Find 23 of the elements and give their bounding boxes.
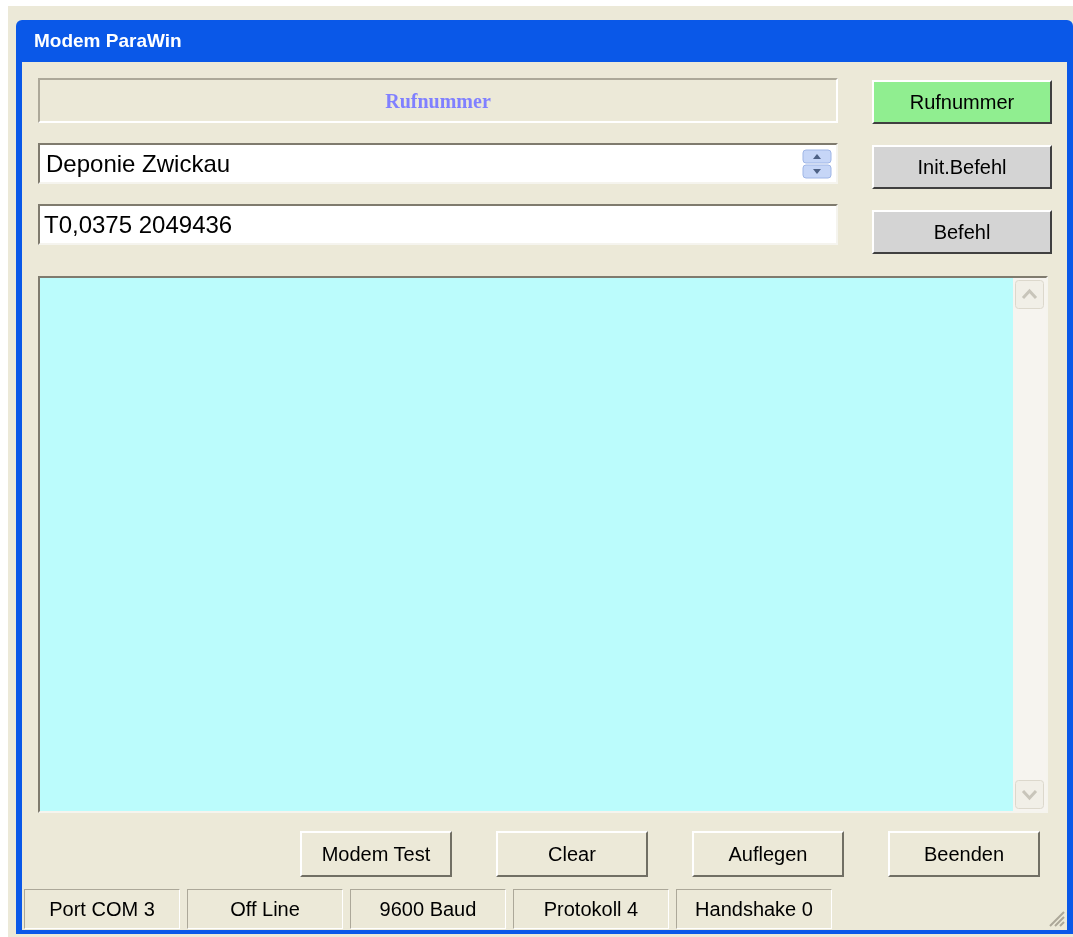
status-panel: Off Line [187,889,343,929]
scroll-down-icon[interactable] [1015,780,1044,809]
status-panel: Handshake 0 [676,889,832,929]
scrollbar[interactable] [1013,278,1046,811]
command-field[interactable]: T0,0375 2049436 [38,204,838,245]
scroll-up-icon[interactable] [1015,280,1044,309]
combo-value: Deponie Zwickau [46,148,232,179]
name-combo-box[interactable]: Deponie Zwickau [38,143,838,184]
window-title: Modem ParaWin [34,28,182,53]
side-button[interactable]: Init.Befehl [872,145,1052,189]
header-label: Rufnummer [385,88,491,114]
action-button[interactable]: Modem Test [300,831,452,877]
side-button[interactable]: Rufnummer [872,80,1052,124]
resize-grip-icon[interactable] [1047,909,1065,927]
action-button[interactable]: Beenden [888,831,1040,877]
status-panel: Protokoll 4 [513,889,669,929]
output-text-area[interactable] [38,276,1048,813]
action-button[interactable]: Auflegen [692,831,844,877]
spin-icon[interactable] [802,148,832,179]
action-button[interactable]: Clear [496,831,648,877]
side-button[interactable]: Befehl [872,210,1052,254]
status-panel: 9600 Baud [350,889,506,929]
status-panel: Port COM 3 [24,889,180,929]
